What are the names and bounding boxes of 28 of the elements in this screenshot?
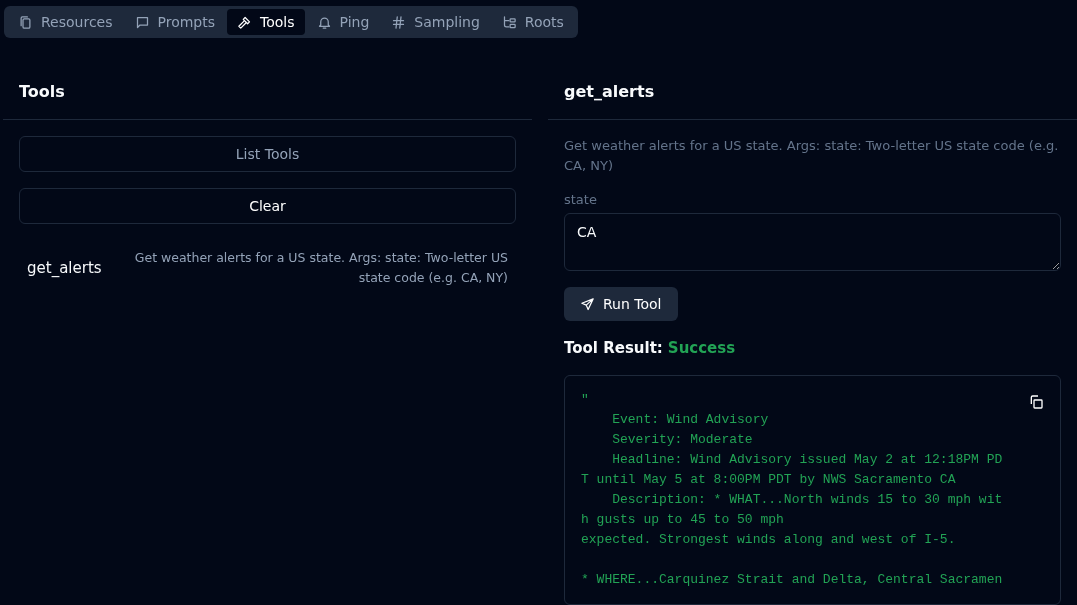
tab[interactable]: Roots [491,9,574,35]
run-tool-button[interactable]: Run Tool [564,287,678,321]
tab[interactable]: Resources [8,9,123,35]
tree-icon [501,14,517,30]
tool-description: Get weather alerts for a US state. Args: state: Two-letter US state code (e.g. CA, NY) [133,249,508,287]
tab[interactable]: Prompts [124,9,226,35]
clear-button[interactable]: Clear [19,188,516,224]
copy-icon[interactable] [1028,394,1044,410]
tool-list-item[interactable]: get_alerts Get weather alerts for a US state. Args: state: Two-letter US state code (e.g. CA, NY) [19,240,516,296]
chat-icon [134,14,150,30]
bell-icon [316,14,332,30]
field-label: state [564,192,598,207]
result-label: Tool Result: [564,339,663,357]
state-input-field[interactable]: CA [564,213,1061,271]
hammer-icon [237,14,253,30]
tool-description: Get weather alerts for a US state. Args: state: Two-letter US state code (e.g. CA, NY) [564,137,1060,175]
panel-title: get_alerts [548,72,1077,120]
panel-title: Tools [3,72,532,120]
files-icon [18,14,33,30]
result-status: Success [667,339,736,357]
hash-icon [391,14,407,30]
tab[interactable]: Ping [306,9,380,35]
list-tools-button[interactable]: List Tools [19,136,516,172]
tab[interactable]: Sampling [381,9,490,35]
send-icon [580,296,595,312]
result-text: " Event: Wind Advisory Severity: Moderate Headline: Wind Advisory issued May 2 at 12:18PM PD T until May 5 at 8:00PM PDT by NWS Sacramento CA Description: * WHAT...North winds 15 to 30 mph wit h gusts up to 45 to 50 mph expected. Strongest winds along and west of I-5. * WHERE...Carquinez Strait and Delta, Central Sacramen [581,391,1004,589]
tool-name: get_alerts [27,259,102,277]
tab[interactable]: Tools [227,9,305,35]
